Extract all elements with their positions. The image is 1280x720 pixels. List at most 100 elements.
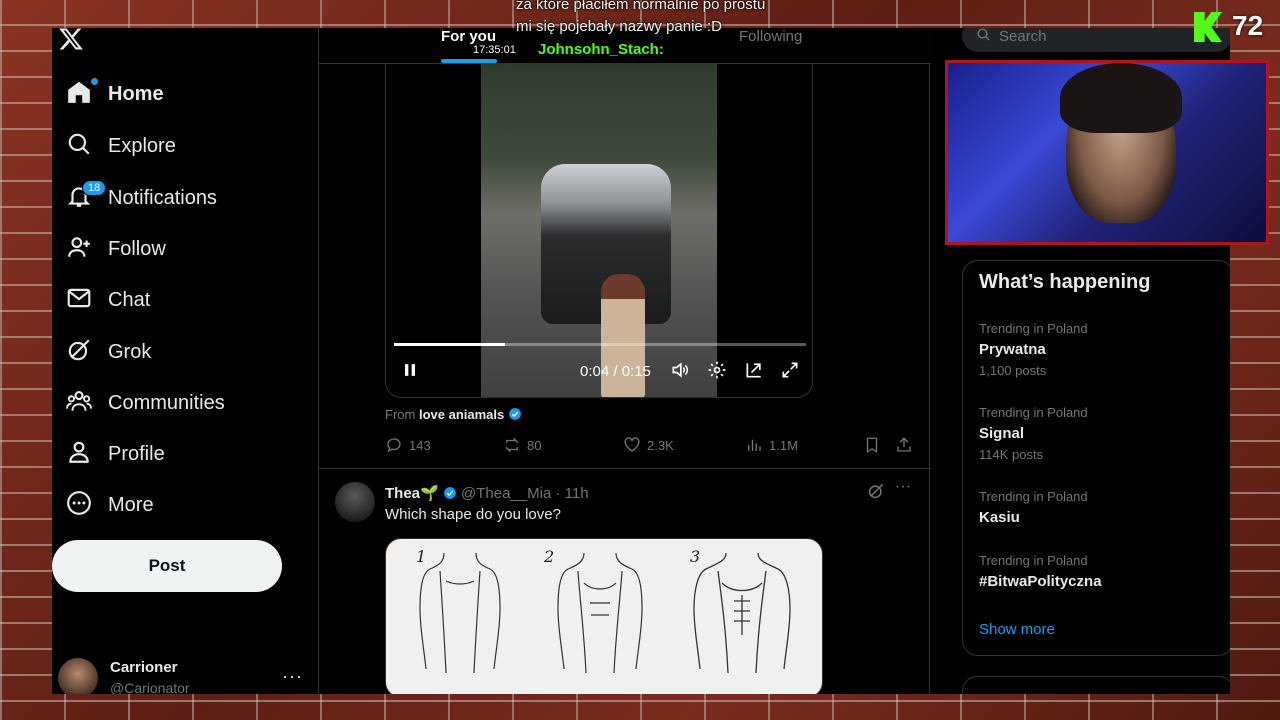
account-more-icon[interactable]: ··· bbox=[282, 666, 303, 687]
fullscreen-icon[interactable] bbox=[780, 360, 800, 385]
nav-more[interactable]: More bbox=[58, 483, 162, 527]
nav-explore-label: Explore bbox=[108, 134, 176, 157]
communities-icon bbox=[66, 388, 92, 419]
author-handle[interactable]: @Thea__Mia bbox=[461, 485, 551, 502]
chat-message-line-1: za które płaciłem normalnie po prostu bbox=[516, 0, 766, 13]
views-button[interactable]: 1.1M bbox=[745, 436, 798, 454]
trend-context: Trending in Poland bbox=[979, 405, 1088, 420]
post-button[interactable]: Post bbox=[52, 540, 282, 592]
tab-active-indicator bbox=[441, 59, 497, 63]
home-unread-dot bbox=[91, 77, 98, 85]
trend-name: Kasiu bbox=[979, 509, 1020, 526]
search-placeholder: Search bbox=[999, 28, 1047, 45]
search-input[interactable]: Search bbox=[962, 28, 1230, 52]
video-progress-bar[interactable] bbox=[394, 343, 806, 346]
like-count: 2.3K bbox=[647, 437, 674, 453]
avatar[interactable] bbox=[335, 482, 375, 522]
nav-follow[interactable]: Follow bbox=[58, 227, 174, 271]
viewer-count: 72 bbox=[1232, 10, 1264, 41]
header-separator: · bbox=[555, 485, 561, 502]
nav-grok[interactable]: Grok bbox=[58, 330, 159, 374]
left-sidebar: Home Explore 18 Notifications Follow Cha… bbox=[52, 28, 318, 694]
account-name: Carrioner bbox=[110, 659, 178, 676]
more-circle-icon bbox=[66, 490, 92, 521]
from-label: From bbox=[385, 407, 416, 422]
nav-grok-label: Grok bbox=[108, 340, 152, 363]
torso-sketch-2 bbox=[557, 553, 643, 673]
home-icon bbox=[66, 77, 98, 110]
torso-sketch-1 bbox=[419, 553, 501, 673]
whats-happening-title: What’s happening bbox=[979, 271, 1151, 293]
reply-count: 143 bbox=[409, 437, 431, 453]
trend-item[interactable]: Trending in Poland Kasiu bbox=[979, 489, 1219, 526]
account-switcher[interactable]: Carrioner @Carionator ··· bbox=[58, 654, 302, 694]
trend-context: Trending in Poland bbox=[979, 321, 1088, 336]
pause-icon[interactable] bbox=[400, 360, 420, 385]
share-icon[interactable] bbox=[895, 436, 913, 454]
nav-chat-label: Chat bbox=[108, 288, 151, 311]
notifications-badge: 18 bbox=[82, 179, 107, 196]
trend-context: Trending in Poland bbox=[979, 553, 1088, 568]
trend-name: Signal bbox=[979, 425, 1025, 442]
reply-button[interactable]: 143 bbox=[385, 436, 431, 454]
post-more-icon[interactable]: ··· bbox=[895, 478, 911, 496]
nav-explore[interactable]: Explore bbox=[58, 124, 184, 168]
picture-in-picture-icon[interactable] bbox=[744, 360, 764, 385]
post-image[interactable]: 1 2 3 bbox=[385, 538, 823, 694]
trend-name: #BitwaPolityczna bbox=[979, 573, 1102, 590]
author-name[interactable]: Thea🌱 bbox=[385, 485, 439, 502]
reply-icon bbox=[387, 438, 401, 453]
bookmark-icon[interactable] bbox=[863, 436, 881, 454]
nav-follow-label: Follow bbox=[108, 237, 166, 260]
repost-button[interactable]: 80 bbox=[503, 436, 541, 454]
trend-count: 1,100 posts bbox=[979, 363, 1047, 378]
add-person-icon bbox=[66, 234, 92, 265]
post-text: Which shape do you love? bbox=[385, 506, 561, 523]
video-time: 0:04 / 0:15 bbox=[580, 363, 651, 380]
nav-profile[interactable]: Profile bbox=[58, 432, 173, 476]
x-logo-icon[interactable] bbox=[58, 28, 84, 57]
avatar bbox=[58, 658, 98, 694]
bell-icon: 18 bbox=[66, 179, 107, 214]
person-icon bbox=[66, 439, 92, 470]
webcam-hair-shape bbox=[1060, 63, 1182, 133]
account-handle: @Carionator bbox=[110, 680, 190, 694]
nav-notifications-label: Notifications bbox=[108, 186, 217, 209]
tab-for-you[interactable]: For you bbox=[441, 28, 496, 45]
nav-more-label: More bbox=[108, 493, 154, 516]
trend-item[interactable]: Trending in Poland Prywatna 1,100 posts bbox=[979, 321, 1219, 378]
who-to-follow-panel bbox=[962, 676, 1230, 694]
chat-message-line-2: mi się pojebały nazwy panie :D bbox=[516, 18, 722, 35]
nav-home[interactable]: Home bbox=[58, 72, 172, 116]
trend-count: 114K posts bbox=[979, 447, 1044, 462]
like-button[interactable]: 2.3K bbox=[623, 436, 674, 454]
repost-count: 80 bbox=[527, 437, 542, 453]
whats-happening-panel: What’s happening Trending in Poland Pryw… bbox=[962, 260, 1230, 656]
video-frame bbox=[481, 64, 717, 397]
video-source-line: From love aniamals bbox=[385, 407, 522, 422]
grok-icon bbox=[66, 337, 92, 368]
webcam-overlay bbox=[945, 60, 1269, 245]
trend-item[interactable]: Trending in Poland Signal 114K posts bbox=[979, 405, 1219, 462]
grok-icon[interactable] bbox=[867, 482, 885, 505]
nav-communities[interactable]: Communities bbox=[58, 381, 233, 425]
envelope-icon bbox=[66, 285, 92, 316]
trend-name: Prywatna bbox=[979, 341, 1046, 358]
from-source-link[interactable]: love aniamals bbox=[419, 407, 504, 422]
nav-notifications[interactable]: 18 Notifications bbox=[58, 176, 225, 220]
search-icon bbox=[976, 28, 991, 46]
show-more-link[interactable]: Show more bbox=[979, 621, 1055, 638]
video-player[interactable]: 0:04 / 0:15 bbox=[385, 64, 813, 398]
trend-item[interactable]: Trending in Poland #BitwaPolityczna bbox=[979, 553, 1219, 590]
verified-badge-icon bbox=[444, 487, 456, 499]
settings-gear-icon[interactable] bbox=[707, 360, 727, 385]
volume-icon[interactable] bbox=[670, 360, 690, 385]
post-timestamp[interactable]: 11h bbox=[565, 485, 589, 502]
nav-profile-label: Profile bbox=[108, 442, 165, 465]
torso-sketch-3 bbox=[693, 553, 791, 673]
post-actions: 143 80 2.3K 1.1M bbox=[385, 436, 917, 458]
nav-communities-label: Communities bbox=[108, 391, 225, 414]
timeline: For you Following 0:04 / 0:15 From love … bbox=[318, 28, 931, 694]
post-divider bbox=[319, 468, 931, 469]
nav-chat[interactable]: Chat bbox=[58, 278, 158, 322]
